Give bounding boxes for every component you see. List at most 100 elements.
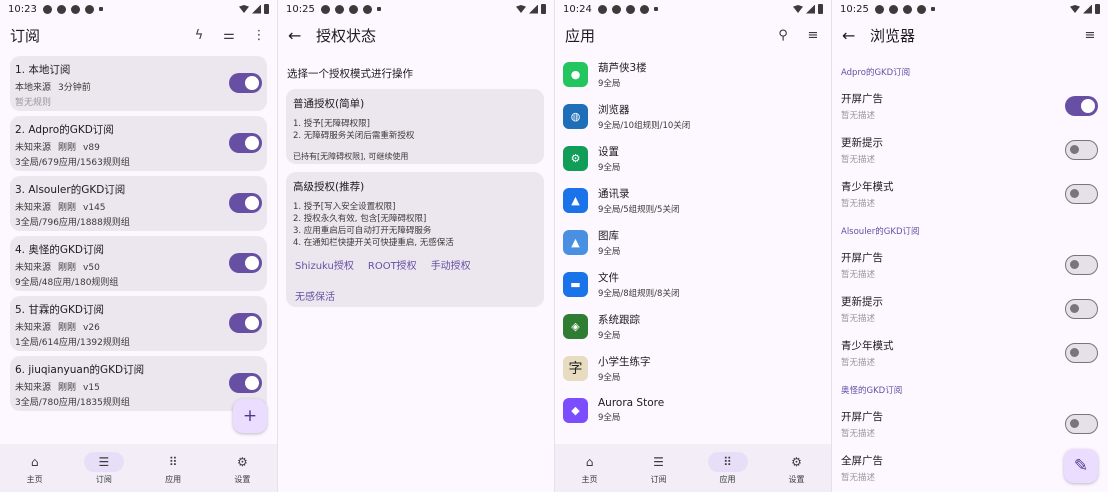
shizuku-auth-button[interactable]: Shizuku授权 [295, 257, 354, 272]
app-list-item[interactable]: ▲ 通讯录 9全局/5组规则/5关闭 [563, 180, 823, 220]
search-icon[interactable]: ⚲ [775, 28, 791, 43]
nav-item[interactable]: ☰ 订阅 [624, 444, 693, 492]
basic-auth-card[interactable]: 普通授权(简单) 1. 授予[无障碍权限] 2. 无障碍服务关闭后需重新授权 已… [286, 89, 544, 164]
subscription-toggle[interactable] [229, 253, 262, 273]
apps-screen: 10:24 应用 ⚲ ≡ ● 葫芦侠3楼 9全局 ◍ 浏览器 9全局/10组规则/10关闭… [555, 0, 831, 492]
subscription-card[interactable]: 2. Adpro的GKD订阅 未知来源 刚刚 v89 3全局/679应用/1563规则组 [10, 116, 267, 171]
subscription-time: 刚刚 [58, 143, 77, 153]
notification-icon [84, 4, 94, 14]
rule-item[interactable]: 开屏广告 暂无描述 [841, 409, 1100, 449]
subscription-meta: 未知来源 刚刚 v145 [15, 200, 262, 213]
wifi-icon [793, 5, 803, 13]
store-icon: ◆ [563, 397, 588, 423]
subscription-meta: 未知来源 刚刚 v89 [15, 140, 262, 153]
wifi-icon [1070, 5, 1080, 13]
subscription-name: 1. 本地订阅 [15, 64, 71, 76]
nav-label: 设置 [234, 475, 251, 484]
app-name: 通讯录 [598, 187, 630, 200]
subscription-card[interactable]: 4. 奥怪的GKD订阅 未知来源 刚刚 v50 9全局/48应用/180规则组 [10, 236, 267, 291]
keep-alive-button[interactable]: 无感保活 [293, 288, 537, 303]
wifi-icon [239, 5, 249, 13]
app-name: Aurora Store [598, 397, 665, 409]
app-name: 图库 [598, 229, 619, 242]
more-vert-icon[interactable]: ⋮ [251, 28, 267, 43]
edit-icon[interactable]: ✎ [1064, 449, 1098, 483]
subscription-toggle[interactable] [229, 193, 262, 213]
subscription-toggle[interactable] [229, 133, 262, 153]
character-icon: 字 [563, 355, 588, 381]
subscription-toggle[interactable] [229, 313, 262, 333]
app-list-item[interactable]: ◍ 浏览器 9全局/10组规则/10关闭 [563, 96, 823, 136]
app-list-item[interactable]: ▲ 图库 9全局 [563, 222, 823, 262]
rule-item[interactable]: 更新提示 暂无描述 [841, 135, 1100, 175]
app-list-item[interactable]: ◆ Aurora Store 9全局 [563, 390, 823, 430]
notification-icon [916, 4, 926, 14]
list-icon: ☰ [653, 455, 664, 469]
rule-item[interactable]: 青少年模式 暂无描述 [841, 179, 1100, 219]
nav-item[interactable]: ⌂ 主页 [0, 444, 69, 492]
nav-item[interactable]: ⠿ 应用 [139, 444, 208, 492]
nav-label: 应用 [165, 475, 182, 484]
back-arrow-icon[interactable]: ← [288, 26, 308, 45]
subscription-toggle[interactable] [229, 73, 262, 93]
signal-icon [806, 4, 815, 14]
nav-item[interactable]: ⠿ 应用 [693, 444, 762, 492]
sort-icon[interactable]: ≡ [1082, 28, 1098, 43]
subscription-toggle[interactable] [229, 373, 262, 393]
app-list-item[interactable]: ● 葫芦侠3楼 9全局 [563, 54, 823, 94]
app-list-item[interactable]: ◈ 系统跟踪 9全局 [563, 306, 823, 346]
nav-item[interactable]: ⌂ 主页 [555, 444, 624, 492]
subscription-card[interactable]: 5. 甘霖的GKD订阅 未知来源 刚刚 v26 1全局/614应用/1392规则组 [10, 296, 267, 351]
app-name: 系统跟踪 [598, 313, 640, 326]
rule-toggle[interactable] [1065, 343, 1098, 363]
subscription-card[interactable]: 6. jiuqianyuan的GKD订阅 未知来源 刚刚 v15 3全局/780应用/1… [10, 356, 267, 411]
app-name: 设置 [598, 145, 619, 158]
rule-item[interactable]: 全屏广告 暂无描述 [841, 453, 1100, 492]
subscription-meta: 未知来源 刚刚 v26 [15, 320, 262, 333]
subscription-info: 9全局/48应用/180规则组 [15, 278, 119, 288]
app-text: 葫芦侠3楼 9全局 [598, 60, 647, 89]
nav-label: 应用 [719, 475, 736, 484]
nav-item[interactable]: ☰ 订阅 [69, 444, 138, 492]
rule-toggle[interactable] [1065, 184, 1098, 204]
rule-toggle[interactable] [1065, 255, 1098, 275]
page-title: 订阅 [10, 26, 41, 45]
sort-icon[interactable]: ≡ [805, 28, 821, 43]
subscription-version: v89 [83, 143, 100, 153]
rule-item[interactable]: 青少年模式 暂无描述 [841, 338, 1100, 378]
add-subscription-button[interactable]: + [233, 399, 267, 433]
gear-icon: ⚙ [791, 455, 802, 469]
manual-auth-button[interactable]: 手动授权 [431, 257, 471, 272]
app-text: 系统跟踪 9全局 [598, 312, 640, 341]
subscription-meta: 未知来源 刚刚 v15 [15, 380, 262, 393]
back-arrow-icon[interactable]: ← [842, 26, 862, 45]
top-app-bar: 应用 ⚲ ≡ [555, 20, 831, 50]
rule-toggle[interactable] [1065, 299, 1098, 319]
rule-item[interactable]: 开屏广告 暂无描述 [841, 250, 1100, 290]
rule-toggle[interactable] [1065, 96, 1098, 116]
subscription-card[interactable]: 3. Alsouler的GKD订阅 未知来源 刚刚 v145 3全局/796应用/188… [10, 176, 267, 231]
subscription-card[interactable]: 1. 本地订阅 本地来源 3分钟前 暂无规则 [10, 56, 267, 111]
nav-item[interactable]: ⚙ 设置 [208, 444, 277, 492]
battery-icon [818, 4, 823, 14]
tune-icon[interactable]: ⚌ [221, 28, 237, 43]
rule-item[interactable]: 开屏广告 暂无描述 [841, 91, 1100, 131]
battery-icon [541, 4, 546, 14]
root-auth-button[interactable]: ROOT授权 [368, 257, 417, 272]
app-list-item[interactable]: ⚙ 设置 9全局 [563, 138, 823, 178]
status-bar: 10:23 [0, 0, 277, 18]
flash-icon[interactable]: ϟ [191, 28, 207, 43]
rule-toggle[interactable] [1065, 414, 1098, 434]
rule-toggle[interactable] [1065, 140, 1098, 160]
app-desc: 9全局/8组规则/8关闭 [598, 288, 680, 299]
rule-name: 青少年模式 [841, 340, 894, 352]
app-desc: 9全局 [598, 78, 621, 89]
advanced-auth-card: 高级授权(推荐) 1. 授予[写入安全设置权限] 2. 授权永久有效, 包含[无… [286, 172, 544, 307]
app-list-item[interactable]: 字小学生练字 9全局 [563, 348, 823, 388]
wifi-icon [516, 5, 526, 13]
nav-item[interactable]: ⚙ 设置 [762, 444, 831, 492]
rule-item[interactable]: 更新提示 暂无描述 [841, 294, 1100, 334]
page-title: 应用 [565, 26, 596, 45]
subscription-meta: 未知来源 刚刚 v50 [15, 260, 262, 273]
app-list-item[interactable]: ▬ 文件 9全局/8组规则/8关闭 [563, 264, 823, 304]
